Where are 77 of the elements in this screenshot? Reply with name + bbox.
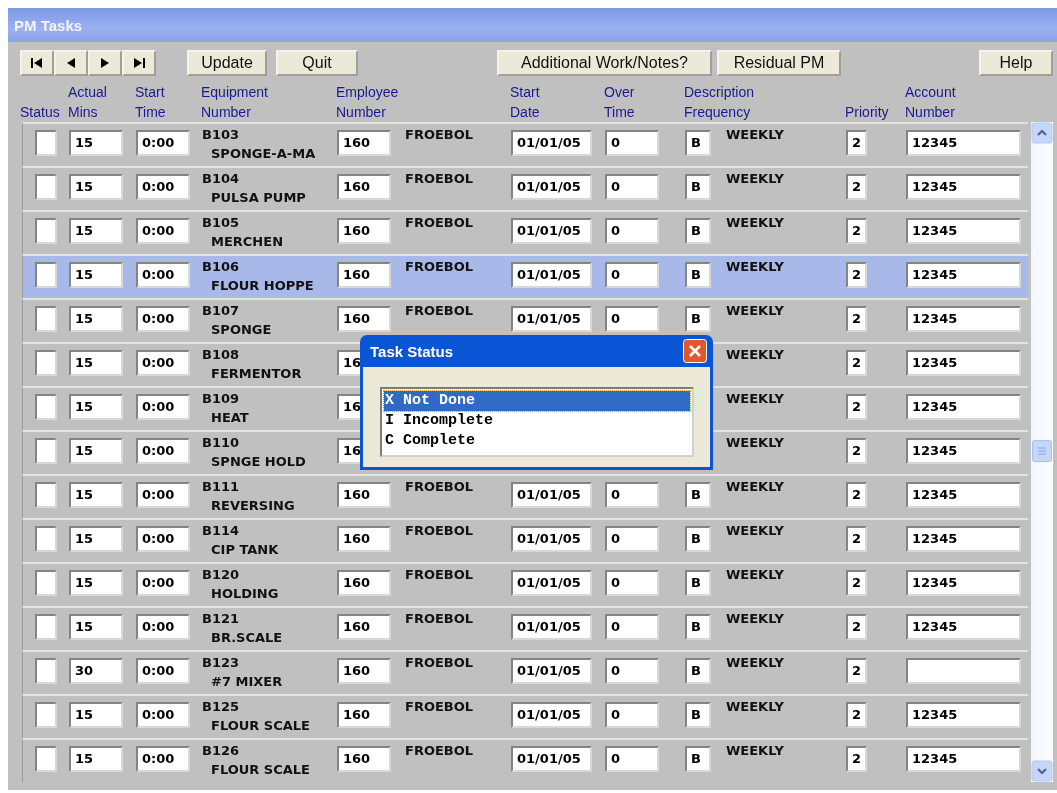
employee-name: FROEBOL	[405, 171, 475, 186]
frequency: WEEKLY	[726, 435, 785, 450]
frequency: WEEKLY	[726, 699, 785, 714]
equipment-description: FLOUR SCALE	[211, 761, 311, 779]
employee-name: FROEBOL	[405, 523, 475, 538]
employee-name: FROEBOL	[405, 127, 475, 142]
frequency: WEEKLY	[726, 523, 785, 538]
frequency: WEEKLY	[726, 479, 785, 494]
column-header: Time	[135, 103, 167, 122]
dialog-title: Task Status	[370, 342, 454, 360]
equipment-description: FLOUR HOPPE	[211, 277, 315, 295]
employee-name: FROEBOL	[405, 655, 475, 670]
equipment-number: B125	[202, 698, 241, 716]
frequency: WEEKLY	[726, 259, 785, 274]
equipment-description: FLOUR SCALE	[211, 717, 311, 735]
equipment-description: HOLDING	[211, 585, 280, 603]
column-header: Date	[510, 103, 541, 122]
column-header: Number	[905, 103, 956, 122]
employee-name: FROEBOL	[405, 303, 475, 318]
equipment-number: B103	[202, 126, 241, 144]
frequency: WEEKLY	[726, 391, 785, 406]
frequency: WEEKLY	[726, 127, 785, 142]
employee-name: FROEBOL	[405, 479, 475, 494]
column-header: Frequency	[684, 103, 752, 122]
column-header: Employee	[336, 83, 400, 102]
frequency: WEEKLY	[726, 655, 785, 670]
column-header: Priority	[845, 103, 890, 122]
column-header: Mins	[68, 103, 99, 122]
frequency: WEEKLY	[726, 567, 785, 582]
equipment-number: B121	[202, 610, 241, 628]
equipment-description: SPONGE	[211, 321, 273, 339]
column-header: Status	[20, 103, 60, 122]
frequency: WEEKLY	[726, 611, 785, 626]
equipment-number: B107	[202, 302, 241, 320]
equipment-description: REVERSING	[211, 497, 296, 515]
equipment-number: B105	[202, 214, 241, 232]
equipment-number: B111	[202, 478, 241, 496]
equipment-number: B114	[202, 522, 241, 540]
equipment-number: B104	[202, 170, 241, 188]
equipment-number: B126	[202, 742, 241, 760]
equipment-description: PULSA PUMP	[211, 189, 307, 207]
frequency: WEEKLY	[726, 303, 785, 318]
column-header: Description	[684, 83, 756, 102]
equipment-description: BR.SCALE	[211, 629, 284, 647]
column-header: Number	[201, 103, 252, 122]
employee-name: FROEBOL	[405, 215, 475, 230]
frequency: WEEKLY	[726, 347, 785, 362]
employee-name: FROEBOL	[405, 259, 475, 274]
employee-name: FROEBOL	[405, 699, 475, 714]
equipment-description: SPNGE HOLD	[211, 453, 307, 471]
frequency: WEEKLY	[726, 743, 785, 758]
equipment-number: B108	[202, 346, 241, 364]
equipment-number: B120	[202, 566, 241, 584]
column-header: Account	[905, 83, 957, 102]
equipment-number: B109	[202, 390, 241, 408]
frequency: WEEKLY	[726, 171, 785, 186]
equipment-number: B106	[202, 258, 241, 276]
column-header: Actual	[68, 83, 108, 102]
frequency: WEEKLY	[726, 215, 785, 230]
column-header: Start	[135, 83, 166, 102]
equipment-number: B110	[202, 434, 241, 452]
equipment-description: CIP TANK	[211, 541, 280, 559]
equipment-description: HEAT	[211, 409, 250, 427]
employee-name: FROEBOL	[405, 611, 475, 626]
equipment-description: MERCHEN	[211, 233, 284, 251]
column-header: Equipment	[201, 83, 269, 102]
column-header: Time	[604, 103, 636, 122]
column-header: Over	[604, 83, 636, 102]
window-title: PM Tasks	[14, 16, 83, 34]
column-header: Number	[336, 103, 387, 122]
equipment-description: FERMENTOR	[211, 365, 303, 383]
equipment-description: SPONGE-A-MA	[211, 145, 317, 163]
equipment-number: B123	[202, 654, 241, 672]
column-header: Start	[510, 83, 541, 102]
equipment-description: #7 MIXER	[211, 673, 284, 691]
employee-name: FROEBOL	[405, 567, 475, 582]
employee-name: FROEBOL	[405, 743, 475, 758]
